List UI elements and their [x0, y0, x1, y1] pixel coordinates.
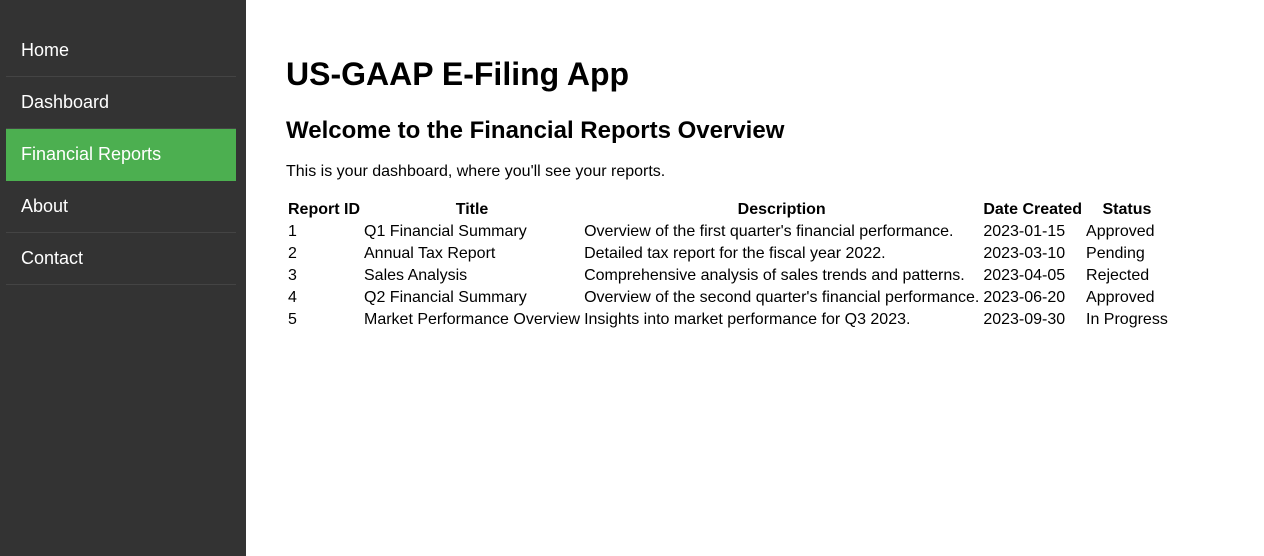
cell-report-id: 3	[288, 267, 297, 284]
cell-status: Pending	[1086, 245, 1145, 262]
cell-description: Overview of the first quarter's financia…	[584, 223, 954, 240]
header-report-id: Report ID	[288, 201, 360, 218]
table-row: 3 Sales Analysis Comprehensive analysis of…	[287, 266, 1169, 286]
header-description: Description	[737, 201, 826, 218]
cell-title: Q1 Financial Summary	[364, 223, 527, 240]
cell-report-id: 1	[288, 223, 297, 240]
cell-description: Comprehensive analysis of sales trends a…	[584, 267, 965, 284]
cell-date-created: 2023-06-20	[983, 289, 1066, 306]
cell-title: Annual Tax Report	[364, 245, 496, 262]
sidebar-item-home[interactable]: Home	[6, 25, 236, 77]
sidebar-item-financial-reports[interactable]: Financial Reports	[6, 129, 236, 181]
cell-report-id: 2	[288, 245, 297, 262]
header-status: Status	[1102, 201, 1152, 218]
cell-title: Sales Analysis	[364, 267, 468, 284]
page-title: US-GAAP E-Filing App	[286, 56, 630, 92]
sidebar-item-dashboard[interactable]: Dashboard	[6, 77, 236, 129]
cell-description: Detailed tax report for the fiscal year …	[584, 245, 886, 262]
cell-description: Overview of the second quarter's financi…	[584, 289, 980, 306]
cell-title: Market Performance Overview	[364, 311, 581, 328]
cell-status: In Progress	[1086, 311, 1168, 328]
cell-status: Rejected	[1086, 267, 1150, 284]
cell-date-created: 2023-04-05	[983, 267, 1066, 284]
header-title: Title	[455, 201, 489, 218]
table-row: 4 Q2 Financial Summary Overview of the sec…	[287, 288, 1169, 308]
cell-report-id: 4	[288, 289, 297, 306]
table-row: 5 Market Performance Overview Insights int…	[287, 310, 1169, 330]
header-date-created: Date Created	[983, 201, 1083, 218]
cell-date-created: 2023-03-10	[983, 245, 1066, 262]
cell-date-created: 2023-01-15	[983, 223, 1066, 240]
cell-report-id: 5	[288, 311, 297, 328]
table-row: 2 Annual Tax Report Detailed tax report fo…	[287, 244, 1169, 264]
sidebar-item-contact[interactable]: Contact	[6, 233, 236, 285]
cell-date-created: 2023-09-30	[983, 311, 1066, 328]
cell-title: Q2 Financial Summary	[364, 289, 527, 306]
page-subtitle: Welcome to the Financial Reports Overvie…	[286, 117, 785, 144]
cell-status: Approved	[1086, 223, 1155, 240]
sidebar-item-about[interactable]: About	[6, 181, 236, 233]
table-row: 1 Q1 Financial Summary Overview of the fir…	[287, 222, 1169, 242]
cell-description: Insights into market performance for Q3 …	[584, 311, 911, 328]
sidebar: Home Dashboard Financial Reports About C…	[0, 0, 246, 556]
intro-text: This is your dashboard, where you'll see…	[286, 163, 666, 180]
reports-table: Report ID Title Description Date Created…	[285, 198, 1171, 332]
table-header-row: Report ID Title Description Date Created…	[287, 200, 1169, 220]
cell-status: Approved	[1086, 289, 1155, 306]
